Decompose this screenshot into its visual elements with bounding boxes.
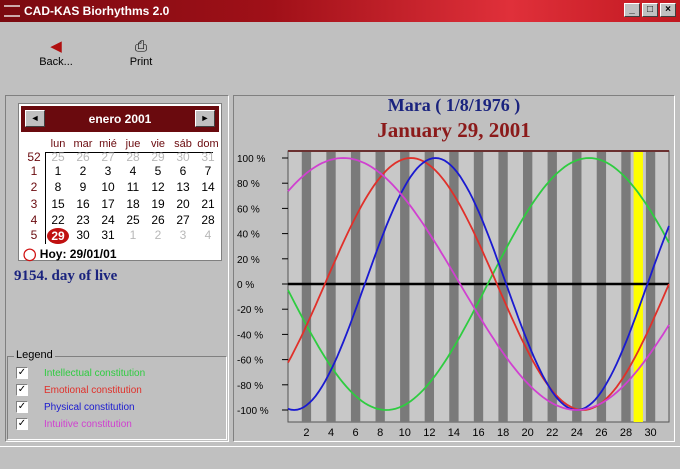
y-tick-label: -20 % xyxy=(237,305,263,316)
y-tick-label: 100 % xyxy=(237,154,265,165)
day-stripe xyxy=(596,152,607,422)
x-tick-label: 2 xyxy=(303,427,309,439)
y-tick-label: 20 % xyxy=(237,255,260,266)
day-stripe xyxy=(350,152,361,422)
x-tick-label: 14 xyxy=(448,427,460,439)
y-tick-label: -60 % xyxy=(237,356,263,367)
status-bar xyxy=(0,446,680,469)
biorhythm-chart: 100 % 80 % 60 % 40 % 20 % 0 % -20 % -40 % -60 % -… xyxy=(237,150,670,439)
x-tick-label: 28 xyxy=(620,427,632,439)
day-stripe xyxy=(621,152,631,422)
x-tick-label: 24 xyxy=(571,427,583,439)
x-tick-label: 20 xyxy=(522,427,534,439)
day-stripe xyxy=(375,152,385,422)
x-tick-label: 12 xyxy=(423,427,435,439)
y-tick-label: 40 % xyxy=(237,230,260,241)
y-tick-label: 0 % xyxy=(237,280,254,291)
x-tick-label: 16 xyxy=(472,427,484,439)
x-tick-label: 6 xyxy=(353,427,359,439)
day-stripe xyxy=(301,152,312,422)
day-stripe xyxy=(449,152,459,422)
y-tick-label: -100 % xyxy=(237,406,269,417)
day-stripe xyxy=(522,152,533,422)
day-stripe xyxy=(424,152,435,422)
y-tick-label: -80 % xyxy=(237,381,263,392)
x-tick-label: 26 xyxy=(595,427,607,439)
x-tick-label: 8 xyxy=(377,427,383,439)
day-stripe xyxy=(473,152,484,422)
y-tick-label: 80 % xyxy=(237,179,260,190)
x-tick-label: 4 xyxy=(328,427,334,439)
y-tick-label: 60 % xyxy=(237,204,260,215)
day-stripe xyxy=(547,152,557,422)
day-stripe xyxy=(572,152,582,422)
x-tick-label: 30 xyxy=(644,427,656,439)
x-tick-label: 10 xyxy=(399,427,411,439)
y-tick-label: -40 % xyxy=(237,330,263,341)
x-tick-label: 22 xyxy=(546,427,558,439)
x-tick-label: 18 xyxy=(497,427,509,439)
day-stripe xyxy=(326,152,336,422)
